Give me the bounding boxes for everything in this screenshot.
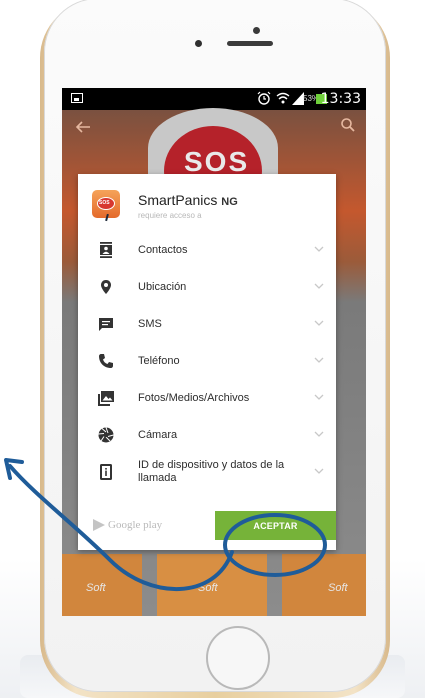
app-icon-label: SOS [99, 200, 110, 206]
app-name: SmartPanics NG [138, 192, 238, 208]
accept-button[interactable]: ACEPTAR [215, 511, 336, 540]
search-icon[interactable] [340, 117, 356, 133]
app-name-suffix: NG [221, 196, 238, 208]
chevron-down-icon[interactable] [314, 431, 324, 438]
back-arrow-icon[interactable] [74, 118, 92, 136]
chevron-down-icon[interactable] [314, 283, 324, 290]
permission-row-camera[interactable]: Cámara [78, 417, 336, 453]
phone-screen: 53% 13:33 SOS Soft Soft Soft SOS SmartPa… [62, 88, 366, 616]
permission-label: Teléfono [138, 355, 180, 367]
permission-row-phone[interactable]: Teléfono [78, 343, 336, 379]
chevron-down-icon[interactable] [314, 468, 324, 475]
permission-row-device-id[interactable]: ID de dispositivo y datos de la llamada [78, 454, 336, 494]
chevron-down-icon[interactable] [314, 246, 324, 253]
contacts-icon [100, 242, 112, 258]
google-play-label: Google play [108, 519, 163, 531]
screenshot-notification-icon [71, 93, 83, 103]
phone-icon [99, 354, 113, 368]
wifi-icon [276, 92, 290, 104]
chevron-down-icon[interactable] [314, 320, 324, 327]
permission-row-location[interactable]: Ubicación [78, 269, 336, 305]
dialog-subtitle: requiere acceso a [138, 211, 202, 220]
thumbnail-label: Soft [328, 582, 348, 594]
permission-label: ID de dispositivo y datos de la llamada [138, 459, 285, 484]
front-camera [253, 27, 260, 34]
thumbnail-label: Soft [86, 582, 106, 594]
location-pin-icon [101, 280, 111, 294]
google-play-icon [93, 519, 105, 531]
permission-label: SMS [138, 318, 162, 330]
earpiece-speaker [227, 41, 273, 46]
permission-label: Fotos/Medios/Archivos [138, 392, 250, 404]
permission-row-sms[interactable]: SMS [78, 306, 336, 342]
camera-aperture-icon [98, 427, 114, 443]
message-icon [99, 318, 113, 331]
permission-label: Cámara [138, 429, 178, 441]
screenshot-thumbnail[interactable] [282, 554, 366, 616]
sos-label: SOS [184, 146, 250, 177]
chevron-down-icon[interactable] [314, 357, 324, 364]
status-clock: 13:33 [320, 91, 361, 107]
thumbnail-label: Soft [198, 582, 218, 594]
home-button[interactable] [206, 626, 270, 690]
permission-label: Ubicación [138, 281, 187, 293]
photos-icon [98, 391, 114, 406]
alarm-icon [257, 91, 271, 105]
chevron-down-icon[interactable] [314, 394, 324, 401]
permission-label: Contactos [138, 244, 188, 256]
permission-row-contacts[interactable]: Contactos [78, 232, 336, 268]
device-id-icon [100, 464, 112, 480]
app-name-text: SmartPanics [138, 192, 218, 208]
status-bar: 53% 13:33 [62, 88, 366, 110]
permission-row-media[interactable]: Fotos/Medios/Archivos [78, 380, 336, 416]
permissions-dialog: SOS SmartPanics NG requiere acceso a Con… [78, 174, 336, 550]
proximity-sensor [195, 40, 202, 47]
